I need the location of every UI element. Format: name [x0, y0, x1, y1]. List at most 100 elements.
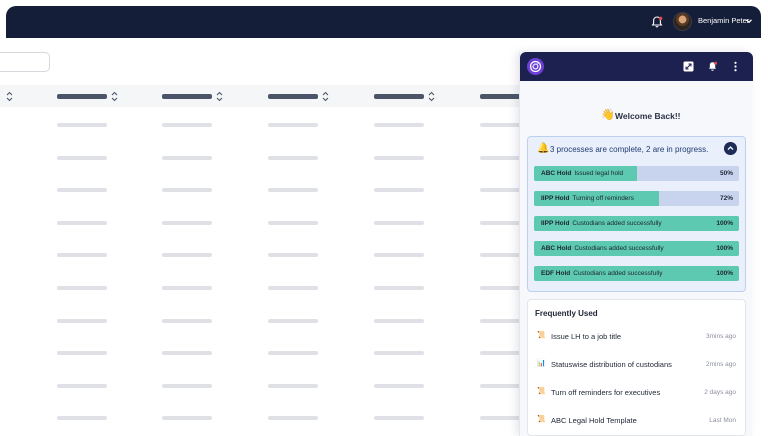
process-name: EDF Hold — [541, 270, 571, 277]
sort-icon[interactable] — [216, 91, 223, 102]
table-cell-placeholder — [374, 220, 424, 225]
sort-icon[interactable] — [428, 91, 435, 102]
process-status: Turning off reminders — [572, 195, 634, 202]
app-logo-icon — [527, 58, 544, 75]
avatar[interactable] — [673, 12, 692, 31]
list-item[interactable]: 📊 Statuswise distribution of custodians … — [528, 357, 745, 373]
frequently-used-card: Frequently Used 📜 Issue LH to a job titl… — [527, 299, 746, 436]
process-progress-bar[interactable]: IIPP Hold Turning off reminders 72% — [534, 191, 739, 206]
table-cell-placeholder — [374, 253, 424, 258]
notification-bell-icon[interactable] — [650, 15, 664, 29]
table-cell-placeholder — [162, 351, 212, 356]
table-cell-placeholder — [57, 253, 107, 258]
table-cell-placeholder — [162, 318, 212, 323]
welcome-message: Welcome Back!! — [615, 111, 681, 121]
table-cell-placeholder — [57, 123, 107, 127]
list-item[interactable]: 📜 ABC Legal Hold Template Last Mon — [528, 413, 745, 429]
table-cell-placeholder — [374, 155, 424, 160]
table-cell-placeholder — [57, 220, 107, 225]
table-cell-placeholder — [57, 286, 107, 290]
list-item-label: Issue LH to a job title — [551, 332, 622, 341]
process-progress-bar[interactable]: IIPP Hold Custodians added successfully 1… — [534, 216, 739, 231]
more-options-icon[interactable] — [730, 61, 741, 72]
process-progress-bar[interactable]: ABC Hold Custodians added successfully 10… — [534, 241, 739, 256]
table-cell-placeholder — [162, 155, 212, 160]
table-cell-placeholder — [57, 318, 107, 323]
process-status: Custodians added successfully — [573, 270, 663, 277]
process-name: ABC Hold — [541, 170, 572, 177]
top-nav-bar: Benjamin Peter — [6, 6, 761, 38]
bell-icon: 🔔 — [537, 143, 550, 154]
waving-hand-icon: 👋 — [601, 109, 615, 121]
list-item-time: 2mins ago — [706, 361, 736, 368]
list-item-time: Last Mon — [709, 417, 736, 424]
table-cell-placeholder — [268, 383, 318, 388]
scroll-icon: 📜 — [537, 332, 546, 339]
list-item[interactable]: 📜 Turn off reminders for executives 2 da… — [528, 385, 745, 401]
frequently-used-title: Frequently Used — [535, 309, 598, 318]
sort-icon[interactable] — [6, 91, 13, 102]
table-cell-placeholder — [374, 416, 424, 421]
list-item-time: 3mins ago — [706, 333, 736, 340]
column-header — [268, 94, 318, 99]
column-header — [162, 94, 212, 99]
table-cell-placeholder — [162, 286, 212, 290]
table-cell-placeholder — [268, 351, 318, 356]
table-cell-placeholder — [57, 351, 107, 356]
process-percent: 50% — [719, 170, 733, 177]
column-header — [374, 94, 424, 99]
table-cell-placeholder — [162, 416, 212, 421]
process-percent: 100% — [716, 270, 733, 277]
table-cell-placeholder — [374, 351, 424, 356]
process-summary: 3 processes are complete, 2 are in progr… — [550, 145, 709, 154]
table-cell-placeholder — [374, 123, 424, 127]
filter-input[interactable] — [0, 52, 50, 72]
list-item-time: 2 days ago — [704, 389, 736, 396]
process-percent: 72% — [719, 195, 733, 202]
list-item[interactable]: 📜 Issue LH to a job title 3mins ago — [528, 329, 745, 345]
column-header — [57, 94, 107, 99]
panel-header — [520, 52, 753, 81]
scroll-icon: 📜 — [537, 388, 546, 395]
process-progress-bar[interactable]: ABC Hold Issued legal hold 50% — [534, 166, 739, 181]
table-cell-placeholder — [57, 383, 107, 388]
table-cell-placeholder — [162, 123, 212, 127]
list-item-label: ABC Legal Hold Template — [551, 416, 637, 425]
table-cell-placeholder — [268, 416, 318, 421]
table-cell-placeholder — [162, 383, 212, 388]
table-cell-placeholder — [268, 220, 318, 225]
expand-icon[interactable] — [683, 61, 694, 72]
table-cell-placeholder — [162, 220, 212, 225]
table-cell-placeholder — [268, 286, 318, 290]
table-cell-placeholder — [374, 286, 424, 290]
process-status: Issued legal hold — [574, 170, 624, 177]
process-progress-bar[interactable]: EDF Hold Custodians added successfully 10… — [534, 266, 739, 281]
table-cell-placeholder — [162, 253, 212, 258]
process-name: IIPP Hold — [541, 220, 570, 227]
list-item-label: Statuswise distribution of custodians — [551, 360, 672, 369]
process-percent: 100% — [716, 220, 733, 227]
table-cell-placeholder — [268, 253, 318, 258]
user-name[interactable]: Benjamin Peter — [698, 16, 749, 25]
table-cell-placeholder — [268, 188, 318, 193]
scroll-icon: 📜 — [537, 416, 546, 423]
table-cell-placeholder — [374, 383, 424, 388]
table-cell-placeholder — [57, 155, 107, 160]
sort-icon[interactable] — [111, 91, 118, 102]
table-cell-placeholder — [162, 188, 212, 193]
process-percent: 100% — [716, 245, 733, 252]
table-cell-placeholder — [57, 188, 107, 193]
notification-bell-icon[interactable] — [707, 61, 718, 72]
sort-icon[interactable] — [322, 91, 329, 102]
process-status: Custodians added successfully — [572, 220, 662, 227]
process-status: Custodians added successfully — [574, 245, 664, 252]
list-item-label: Turn off reminders for executives — [551, 388, 661, 397]
process-name: ABC Hold — [541, 245, 572, 252]
chevron-down-icon[interactable] — [745, 17, 753, 25]
collapse-button[interactable] — [724, 142, 737, 155]
table-cell-placeholder — [268, 123, 318, 127]
process-name: IIPP Hold — [541, 195, 570, 202]
table-cell-placeholder — [374, 188, 424, 193]
bar-chart-icon: 📊 — [537, 360, 546, 367]
process-status-card: 🔔 3 processes are complete, 2 are in pro… — [527, 136, 746, 292]
